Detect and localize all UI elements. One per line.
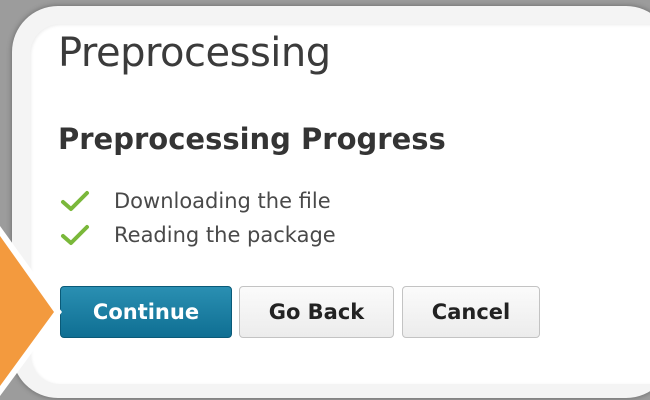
continue-button[interactable]: Continue bbox=[60, 286, 232, 338]
page-title: Preprocessing bbox=[58, 30, 331, 76]
highlight-arrow-icon bbox=[0, 226, 62, 396]
progress-step-label: Reading the package bbox=[114, 223, 336, 247]
progress-steps-list: Downloading the file Reading the package bbox=[60, 184, 336, 252]
progress-step: Downloading the file bbox=[60, 184, 336, 218]
go-back-button[interactable]: Go Back bbox=[239, 286, 394, 338]
cancel-button[interactable]: Cancel bbox=[402, 286, 540, 338]
progress-step: Reading the package bbox=[60, 218, 336, 252]
checkmark-icon bbox=[61, 191, 89, 211]
progress-step-label: Downloading the file bbox=[114, 189, 331, 213]
progress-heading: Preprocessing Progress bbox=[58, 122, 446, 156]
